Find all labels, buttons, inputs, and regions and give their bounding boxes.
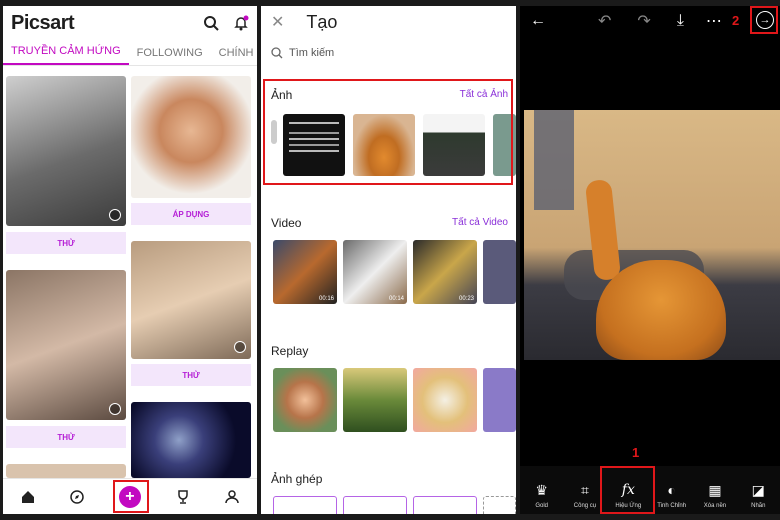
search-icon <box>271 47 283 59</box>
feed-image[interactable] <box>131 76 251 198</box>
feed-image[interactable] <box>6 76 126 226</box>
crop-icon: ⌗ <box>581 481 589 498</box>
create-header: ✕ Tạo <box>261 6 516 38</box>
feed-image[interactable] <box>6 464 126 478</box>
tool-label: Nhãn <box>751 503 766 509</box>
try-button[interactable]: THỬ <box>6 426 126 448</box>
replay-thumbnail[interactable] <box>413 368 477 432</box>
page-title: Tạo <box>306 11 338 32</box>
tool-adjust[interactable]: ◐ Tinh Chỉnh <box>651 481 693 509</box>
tool-sticker[interactable]: ◪ Nhãn <box>737 481 779 510</box>
video-thumbnail[interactable] <box>483 240 516 304</box>
profile-icon[interactable] <box>225 489 240 504</box>
feed-tabs: TRUYỀN CẢM HỨNG FOLLOWING CHÍNH SỬ <box>3 40 257 66</box>
video-thumbnail[interactable]: 00:16 <box>273 240 337 304</box>
search-icon[interactable] <box>203 15 219 31</box>
feed-image[interactable] <box>131 241 251 359</box>
back-arrow-icon[interactable]: ← <box>530 12 546 30</box>
search-input[interactable]: Tìm kiếm <box>289 47 334 59</box>
step-number-2: 2 <box>732 13 740 28</box>
editor-toolbar: ← ↶ ↷ ⤓ ⋯ <box>520 6 780 36</box>
app-logo: Picsart <box>11 11 75 34</box>
video-thumbnail[interactable]: 00:14 <box>343 240 407 304</box>
close-icon[interactable]: ✕ <box>271 12 284 32</box>
crown-icon: ♛ <box>535 481 548 498</box>
tool-label: Xóa nền <box>703 503 727 509</box>
collage-template[interactable] <box>273 496 337 514</box>
checker-icon: ▦ <box>708 481 722 498</box>
download-icon[interactable]: ⤓ <box>677 12 684 30</box>
tab-following[interactable]: FOLLOWING <box>129 47 211 65</box>
tab-inspiration[interactable]: TRUYỀN CẢM HỨNG <box>3 45 129 65</box>
redo-icon[interactable]: ↷ <box>637 11 650 31</box>
highlight-box <box>263 79 513 185</box>
home-icon[interactable] <box>21 490 35 504</box>
feed-image[interactable] <box>131 402 251 478</box>
tool-remove-bg[interactable]: ▦ Xóa nền <box>694 481 736 510</box>
highlight-box <box>600 466 655 514</box>
reuse-icon[interactable] <box>109 403 121 415</box>
feed-panel: Picsart TRUYỀN CẢM HỨNG FOLLOWING CHÍNH … <box>3 6 257 514</box>
editor-panel: ← ↶ ↷ ⤓ ⋯ 2 → ♛ Gold ⌗ Công cụ fx Hiệu Ứng … <box>520 6 780 514</box>
collage-template[interactable] <box>413 496 477 514</box>
video-duration: 00:23 <box>458 296 474 302</box>
video-duration: 00:14 <box>388 296 404 302</box>
feed-image[interactable] <box>6 270 126 420</box>
replay-thumbnail[interactable] <box>273 368 337 432</box>
adjust-icon: ◐ <box>667 482 676 498</box>
reuse-icon[interactable] <box>109 209 121 221</box>
tool-label: Gold <box>535 503 548 509</box>
tool-label: Tinh Chỉnh <box>657 503 687 509</box>
tool-label: Công cụ <box>573 503 597 509</box>
step-number-1: 1 <box>632 445 640 460</box>
all-videos-link[interactable]: Tất cả Video <box>452 217 508 228</box>
feed-grid: THỬ ÁP DỤNG THỬ THỬ <box>3 66 257 478</box>
section-title-video: Video <box>271 216 302 230</box>
sticker-icon: ◪ <box>751 481 765 498</box>
canvas-photo[interactable] <box>524 110 780 360</box>
video-duration: 00:16 <box>318 296 334 302</box>
tab-editing[interactable]: CHÍNH SỬ <box>211 47 257 65</box>
collage-template[interactable] <box>343 496 407 514</box>
next-arrow-button[interactable]: → <box>756 11 774 29</box>
create-panel: ✕ Tạo Tìm kiếm Ảnh Tất cả Ảnh Video Tất … <box>261 6 516 514</box>
section-title-collage: Ảnh ghép <box>271 472 323 486</box>
app-header: Picsart <box>3 6 257 40</box>
try-button[interactable]: THỬ <box>6 232 126 254</box>
search-bar[interactable]: Tìm kiếm <box>271 42 506 64</box>
highlight-box <box>113 480 149 513</box>
explore-icon[interactable] <box>70 489 84 504</box>
replay-thumbnail[interactable] <box>483 368 516 432</box>
tool-gold[interactable]: ♛ Gold <box>521 481 563 510</box>
video-thumbnail[interactable]: 00:23 <box>413 240 477 304</box>
section-title-replay: Replay <box>271 344 309 358</box>
trophy-icon[interactable] <box>176 489 190 504</box>
undo-icon[interactable]: ↶ <box>598 11 611 31</box>
try-button[interactable]: THỬ <box>131 364 251 386</box>
collage-template[interactable] <box>483 496 516 514</box>
bell-icon[interactable] <box>233 15 249 31</box>
more-icon[interactable]: ⋯ <box>706 11 722 31</box>
apply-button[interactable]: ÁP DỤNG <box>131 203 251 225</box>
replay-thumbnail[interactable] <box>343 368 407 432</box>
reuse-icon[interactable] <box>234 341 246 353</box>
